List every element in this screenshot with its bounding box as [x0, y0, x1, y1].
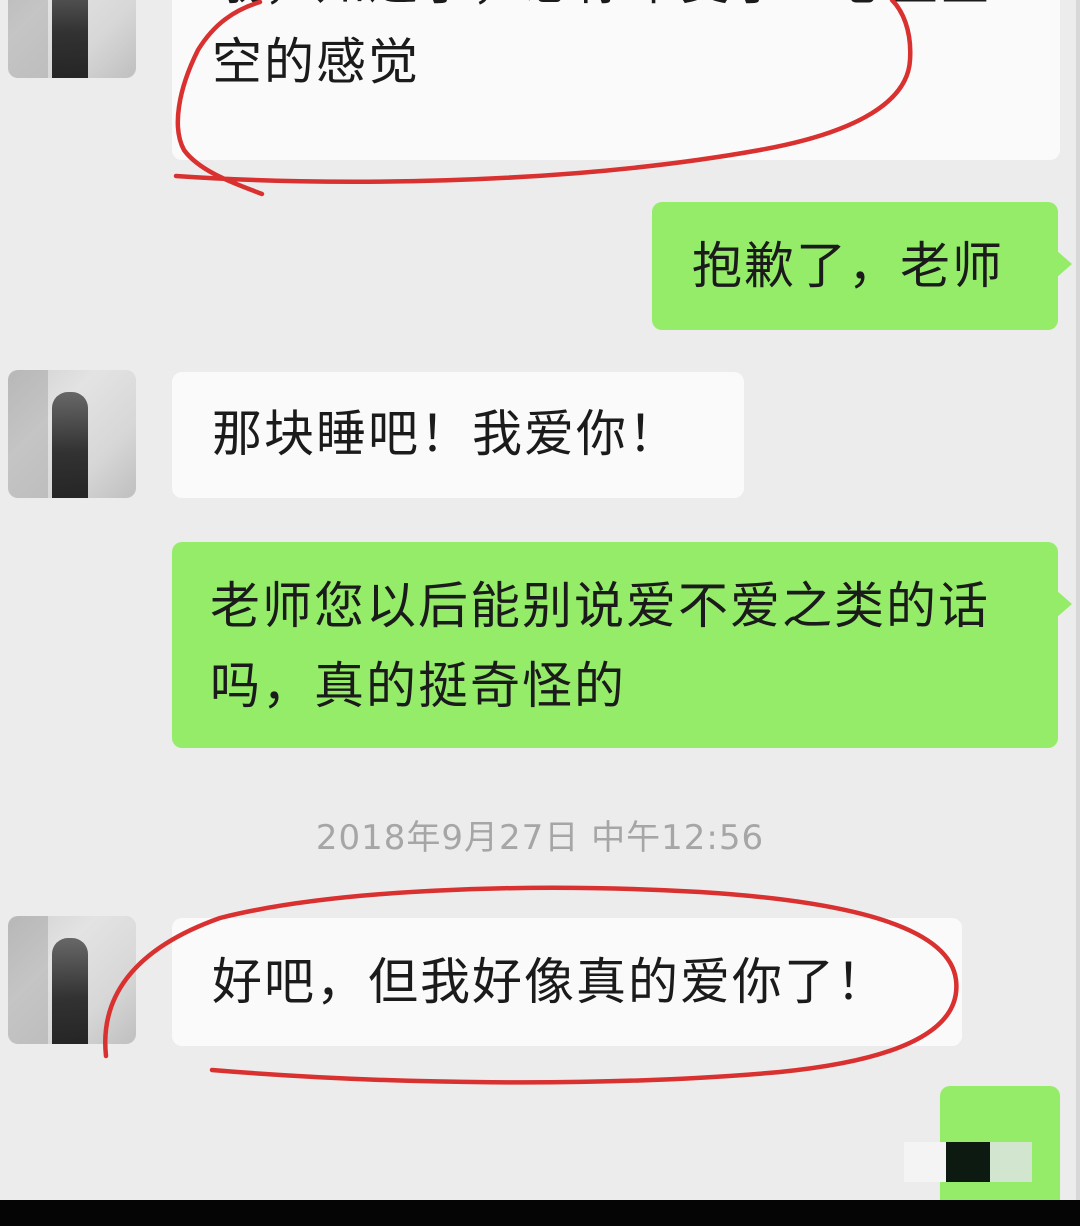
scroll-edge — [1076, 0, 1080, 1200]
pixelated-artifact — [946, 1142, 990, 1182]
chat-area: 哦，知道了，想你难受了！心里空 空的感觉 抱歉了，老师 那块睡吧！我爱你！ 老师… — [0, 0, 1080, 1200]
avatar-shade — [8, 0, 48, 78]
pixelated-artifact — [904, 1142, 946, 1182]
outgoing-message-bubble[interactable]: 老师您以后能别说爱不爱之类的话 吗，真的挺奇怪的 — [172, 542, 1072, 748]
message-line: 哦，知道了，想你难受了！心里空 — [212, 0, 992, 22]
avatar-shade — [8, 370, 48, 498]
avatar[interactable] — [8, 916, 136, 1044]
incoming-message-bubble[interactable]: 哦，知道了，想你难受了！心里空 空的感觉 — [172, 0, 1060, 160]
bottom-bar — [0, 1200, 1080, 1226]
message-line: 空的感觉 — [212, 33, 420, 91]
message-line: 那块睡吧！我爱你！ — [212, 405, 680, 463]
outgoing-message-bubble[interactable]: 抱歉了，老师 — [652, 202, 1072, 330]
message-line: 吗，真的挺奇怪的 — [210, 657, 626, 715]
avatar[interactable] — [8, 370, 136, 498]
pixelated-artifact — [990, 1142, 1032, 1182]
message-line: 老师您以后能别说爱不爱之类的话 — [210, 577, 990, 635]
avatar-figure — [52, 392, 88, 498]
incoming-message-bubble[interactable]: 好吧，但我好像真的爱你了！ — [172, 918, 962, 1046]
avatar-figure — [52, 938, 88, 1044]
avatar-shade — [8, 916, 48, 1044]
incoming-message-bubble[interactable]: 那块睡吧！我爱你！ — [172, 372, 744, 498]
message-timestamp: 2018年9月27日 中午12:56 — [315, 818, 765, 858]
avatar[interactable] — [8, 0, 136, 78]
message-line: 抱歉了，老师 — [692, 237, 1004, 295]
message-line: 好吧，但我好像真的爱你了！ — [212, 953, 888, 1011]
avatar-figure — [52, 0, 88, 78]
